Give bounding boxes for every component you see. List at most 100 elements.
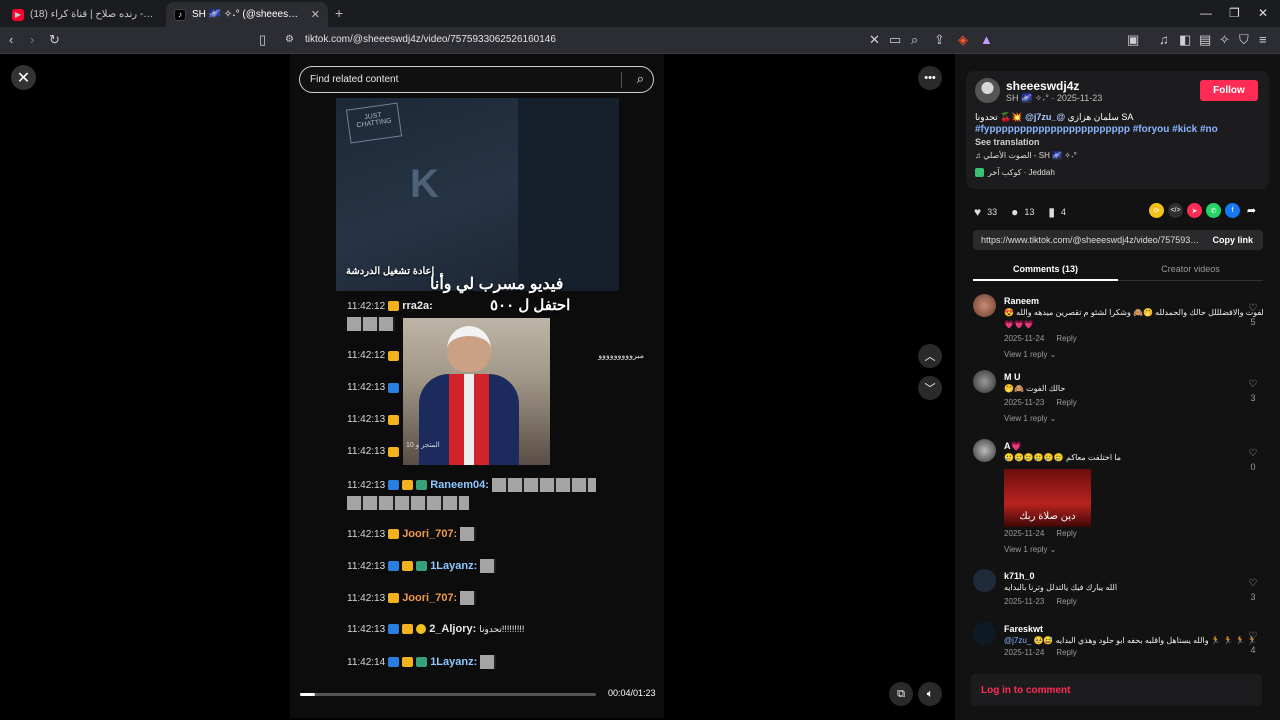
close-tab-icon[interactable]: ✕	[311, 8, 320, 21]
follow-button[interactable]: Follow	[1200, 80, 1258, 101]
whatsapp-icon[interactable]: ✆	[1206, 203, 1221, 218]
media-icon[interactable]: ♫	[1159, 32, 1169, 48]
address-bar[interactable]: tiktok.com/@sheeeswdj4z/video/7575933062…	[305, 34, 556, 45]
bookmark-icon[interactable]: ▯	[259, 32, 266, 48]
avatar[interactable]	[973, 294, 996, 317]
chat-time: 11:42:13	[347, 446, 386, 457]
emote-icon	[347, 496, 469, 510]
comment-date: 2025-11-23	[1004, 398, 1045, 407]
comment-author[interactable]: Raneem	[1004, 296, 1039, 306]
search-input[interactable]: Find related content ⌕	[299, 66, 654, 93]
sub-badge-icon	[416, 561, 428, 571]
reply-button[interactable]: Reply	[1056, 648, 1076, 657]
share-arrow-icon[interactable]: ➦	[1244, 203, 1259, 218]
leo-icon[interactable]: ✧	[1219, 32, 1230, 48]
send-icon[interactable]: ➤	[1187, 203, 1202, 218]
comment-meta: 2025-11-24 Reply	[1004, 334, 1077, 343]
chat-line: 11:42:13 1Layanz:	[347, 559, 497, 573]
rewards-icon[interactable]: ▲	[980, 32, 993, 48]
brave-shield-icon[interactable]: ◈	[958, 32, 968, 48]
comment-like-count: 3	[1250, 592, 1256, 602]
tab-comments[interactable]: Comments (13)	[973, 264, 1118, 281]
reply-button[interactable]: Reply	[1056, 597, 1076, 606]
restore-icon[interactable]: ❐	[1229, 6, 1240, 20]
facebook-icon[interactable]: f	[1225, 203, 1240, 218]
avatar[interactable]	[973, 569, 996, 592]
avatar[interactable]	[973, 439, 996, 462]
video-player[interactable]: Find related content ⌕ JUST CHATTING K إ…	[290, 54, 664, 718]
search-icon[interactable]: ⌕	[637, 71, 644, 87]
comment-author[interactable]: A💗	[1004, 441, 1022, 452]
see-translation-link[interactable]: See translation	[975, 137, 1040, 147]
video-progress-bar[interactable]	[300, 693, 596, 696]
reader-icon[interactable]: ▣	[1127, 32, 1139, 48]
comment-button[interactable]: ● 13	[1011, 205, 1034, 219]
heart-outline-icon[interactable]: ♡	[1247, 631, 1259, 642]
comment-author[interactable]: Fareskwt	[1004, 624, 1043, 634]
comment-author[interactable]: k71h_0	[1004, 571, 1035, 581]
stream-logo: JUST CHATTING	[345, 102, 403, 144]
tab-youtube[interactable]: ▶ (18) كويتي كويتي - رنده صلاح | قناة كر…	[4, 2, 162, 27]
translate-off-icon[interactable]: ✕	[869, 32, 880, 48]
chat-user: rra2a:	[402, 300, 433, 312]
reply-button[interactable]: Reply	[1056, 398, 1076, 407]
engagement-stats: ♥ 33 ● 13 ▮ 4	[974, 205, 1080, 219]
cast-icon[interactable]: ▭	[889, 32, 901, 48]
new-tab-icon[interactable]: +	[335, 5, 343, 21]
picture-in-picture-icon[interactable]: ⧉	[889, 682, 913, 706]
avatar[interactable]	[973, 370, 996, 393]
vpn-icon[interactable]: ⛉	[1239, 32, 1249, 48]
share-icon[interactable]: ⇪	[934, 32, 945, 48]
volume-icon[interactable]: 🔈︎	[918, 682, 942, 706]
heart-outline-icon[interactable]: ♡	[1247, 303, 1259, 314]
music-link[interactable]: ♫ الصوت الأصلي - SH 🌌 ✧˖°	[975, 151, 1077, 160]
chat-line: 11:42:13	[347, 414, 400, 425]
tab-title: (18) كويتي كويتي - رنده صلاح | قناة كراء	[30, 9, 154, 20]
caption-mention[interactable]: @j7zu_@	[1025, 112, 1065, 122]
site-info-icon[interactable]: ⚙	[285, 32, 294, 48]
crown-badge-icon	[402, 657, 414, 667]
minimize-icon[interactable]: —	[1200, 6, 1212, 20]
crown-badge-icon	[388, 446, 400, 457]
wallet-icon[interactable]: ▤	[1199, 32, 1211, 48]
location-tag[interactable]: كوكب آخر · Jeddah	[975, 168, 1055, 177]
repost-icon[interactable]: ⟳	[1149, 203, 1164, 218]
back-icon[interactable]: ‹	[9, 32, 13, 48]
view-replies-button[interactable]: View 1 reply ⌄	[1004, 545, 1056, 554]
view-replies-button[interactable]: View 1 reply ⌄	[1004, 414, 1056, 423]
window-close-icon[interactable]: ✕	[1258, 6, 1268, 20]
crown-badge-icon	[402, 561, 414, 571]
avatar[interactable]	[975, 78, 1000, 103]
forward-icon[interactable]: ›	[30, 32, 34, 48]
heart-outline-icon[interactable]: ♡	[1247, 578, 1259, 589]
heart-outline-icon[interactable]: ♡	[1247, 379, 1259, 390]
comment-author[interactable]: M U	[1004, 372, 1021, 382]
zoom-icon[interactable]: ⌕	[911, 32, 918, 48]
menu-icon[interactable]: ≡	[1259, 32, 1267, 48]
comment-mention[interactable]: @j7zu_ 🥺😅	[1004, 636, 1053, 645]
tab-tiktok[interactable]: ♪ SH 🌌 ✧˖° (@sheeeswdj4z) | TikTok ✕	[166, 2, 328, 27]
heart-outline-icon[interactable]: ♡	[1247, 448, 1259, 459]
next-video-icon[interactable]: ﹀	[918, 376, 942, 400]
tab-creator-videos[interactable]: Creator videos	[1118, 264, 1263, 274]
login-to-comment-bar[interactable]: Log in to comment	[971, 674, 1262, 706]
comment-text: والله يستاهل واقلبه بحفه ابو حلود وهذي ا…	[1055, 636, 1258, 645]
author-username[interactable]: sheeeswdj4z	[1006, 79, 1079, 93]
hashtags[interactable]: #fyppppppppppppppppppppppp #foryou #kick…	[975, 124, 1218, 135]
embed-icon[interactable]: </>	[1168, 203, 1183, 218]
close-video-button[interactable]: ✕	[11, 65, 36, 90]
reply-button[interactable]: Reply	[1056, 529, 1076, 538]
like-button[interactable]: ♥ 33	[974, 205, 997, 219]
save-button[interactable]: ▮ 4	[1048, 205, 1066, 219]
reload-icon[interactable]: ↻	[49, 32, 60, 48]
crown-badge-icon	[388, 301, 400, 311]
sidebar-icon[interactable]: ◧	[1179, 32, 1191, 48]
reply-button[interactable]: Reply	[1056, 334, 1076, 343]
details-panel: sheeeswdj4z SH 🌌 ✧˖° · 2025-11-23 Follow…	[955, 54, 1280, 720]
more-options-icon[interactable]: •••	[918, 66, 942, 90]
copy-link-button[interactable]: Copy link	[1212, 235, 1253, 245]
view-replies-button[interactable]: View 1 reply ⌄	[1004, 350, 1056, 359]
avatar[interactable]	[973, 622, 996, 645]
browser-tabstrip: ▶ (18) كويتي كويتي - رنده صلاح | قناة كر…	[0, 0, 1280, 27]
previous-video-icon[interactable]: ︿	[918, 344, 942, 368]
